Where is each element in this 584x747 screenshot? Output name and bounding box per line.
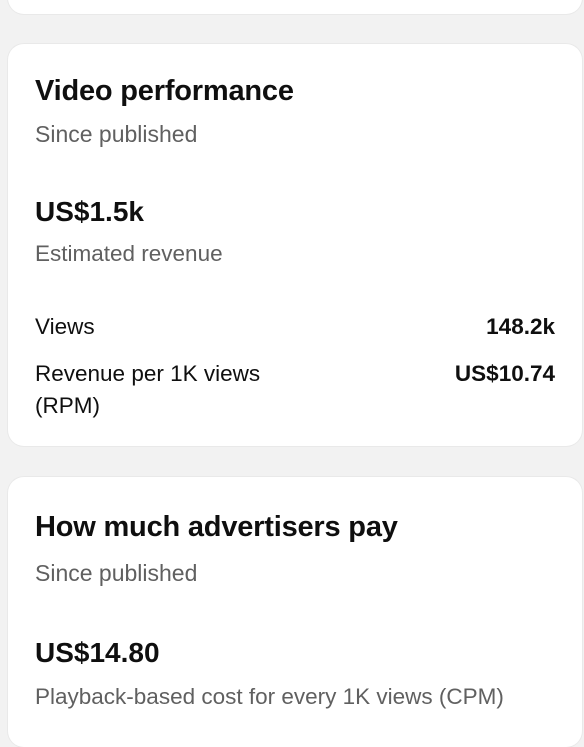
advertisers-pay-card[interactable]: How much advertisers pay Since published… xyxy=(8,477,582,747)
cpm-label: Playback-based cost for every 1K views (… xyxy=(35,684,504,709)
views-value: 148.2k xyxy=(486,314,555,339)
views-label: Views xyxy=(35,314,95,339)
video-performance-title: Video performance xyxy=(35,75,294,107)
estimated-revenue-label: Estimated revenue xyxy=(35,241,223,266)
previous-card xyxy=(8,0,582,14)
video-performance-subtitle: Since published xyxy=(35,121,198,147)
rpm-value: US$10.74 xyxy=(454,361,555,386)
video-performance-card[interactable]: Video performance Since published US$1.5… xyxy=(8,44,582,446)
cpm-value: US$14.80 xyxy=(35,637,160,668)
advertisers-pay-title: How much advertisers pay xyxy=(35,511,398,543)
advertisers-pay-subtitle: Since published xyxy=(35,560,198,586)
estimated-revenue-value: US$1.5k xyxy=(35,196,144,227)
rpm-label: Revenue per 1K views (RPM) xyxy=(35,361,261,418)
